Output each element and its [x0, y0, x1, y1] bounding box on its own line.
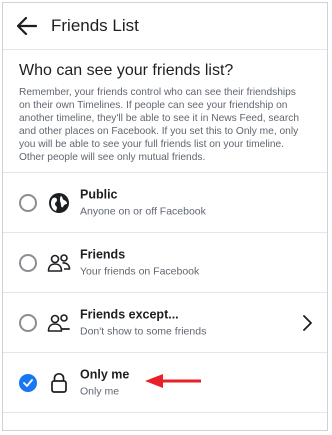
section-description: Remember, your friends control who can s… — [19, 87, 299, 163]
option-subtitle: Don't show to some friends — [80, 325, 207, 337]
screen-frame: Friends List Who can see your friends li… — [2, 2, 328, 431]
option-friends-text: Friends Your friends on Facebook — [80, 247, 199, 278]
radio-public[interactable] — [19, 193, 37, 212]
option-subtitle: Your friends on Facebook — [80, 265, 200, 277]
section-heading: Who can see your friends list? — [19, 62, 234, 79]
option-friends[interactable]: Friends Your friends on Facebook — [3, 233, 327, 293]
chevron-right-icon[interactable] — [301, 314, 313, 331]
back-arrow-icon[interactable] — [15, 14, 39, 38]
lock-icon — [47, 371, 71, 395]
option-public-text: Public Anyone on or off Facebook — [80, 187, 206, 218]
annotation-arrow-icon — [143, 371, 203, 396]
intro-section: Who can see your friends list? Remember,… — [3, 50, 327, 173]
top-bar: Friends List — [3, 3, 327, 50]
option-subtitle: Anyone on or off Facebook — [80, 205, 206, 217]
globe-icon — [47, 191, 71, 215]
radio-friends[interactable] — [19, 253, 37, 272]
option-title: Only me — [80, 367, 130, 381]
option-only-me-text: Only me Only me — [80, 367, 129, 398]
option-title: Public — [80, 187, 118, 201]
option-friends-except[interactable]: Friends except... Don't show to some fri… — [3, 293, 327, 353]
option-public[interactable]: Public Anyone on or off Facebook — [3, 173, 327, 233]
friends-except-icon — [47, 311, 71, 335]
option-title: Friends except... — [80, 307, 179, 321]
page-title: Friends List — [51, 16, 139, 35]
radio-friends-except[interactable] — [19, 313, 37, 332]
radio-only-me[interactable] — [19, 373, 37, 392]
friends-icon — [47, 251, 71, 275]
option-title: Friends — [80, 247, 126, 261]
option-subtitle: Only me — [80, 385, 120, 397]
option-friends-except-text: Friends except... Don't show to some fri… — [80, 307, 206, 338]
